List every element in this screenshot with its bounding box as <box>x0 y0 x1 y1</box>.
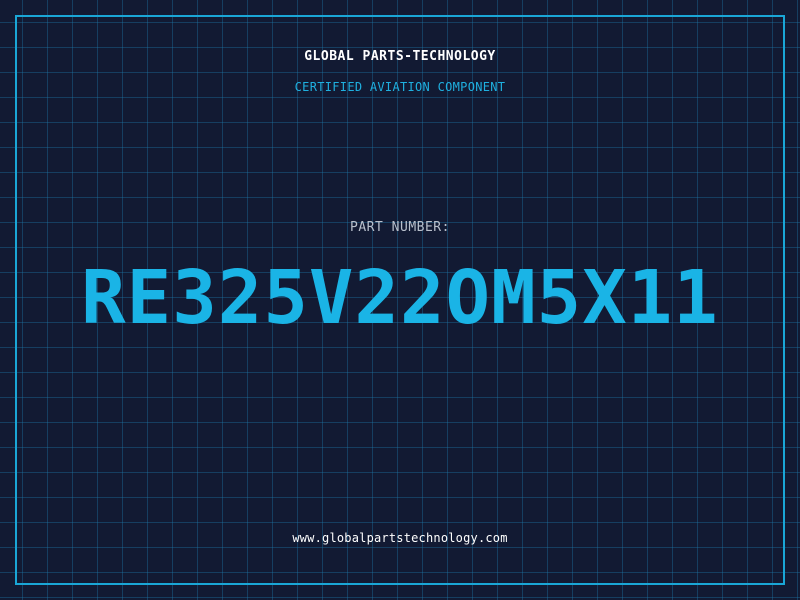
part-number-label: PART NUMBER: <box>350 220 450 235</box>
certification-subtitle: CERTIFIED AVIATION COMPONENT <box>294 80 506 94</box>
website-link[interactable]: www.globalpartstechnology.com <box>0 531 800 545</box>
company-name: GLOBAL PARTS-TECHNOLOGY <box>304 49 496 64</box>
part-number-value: RE325V22OM5X11 <box>81 255 719 341</box>
